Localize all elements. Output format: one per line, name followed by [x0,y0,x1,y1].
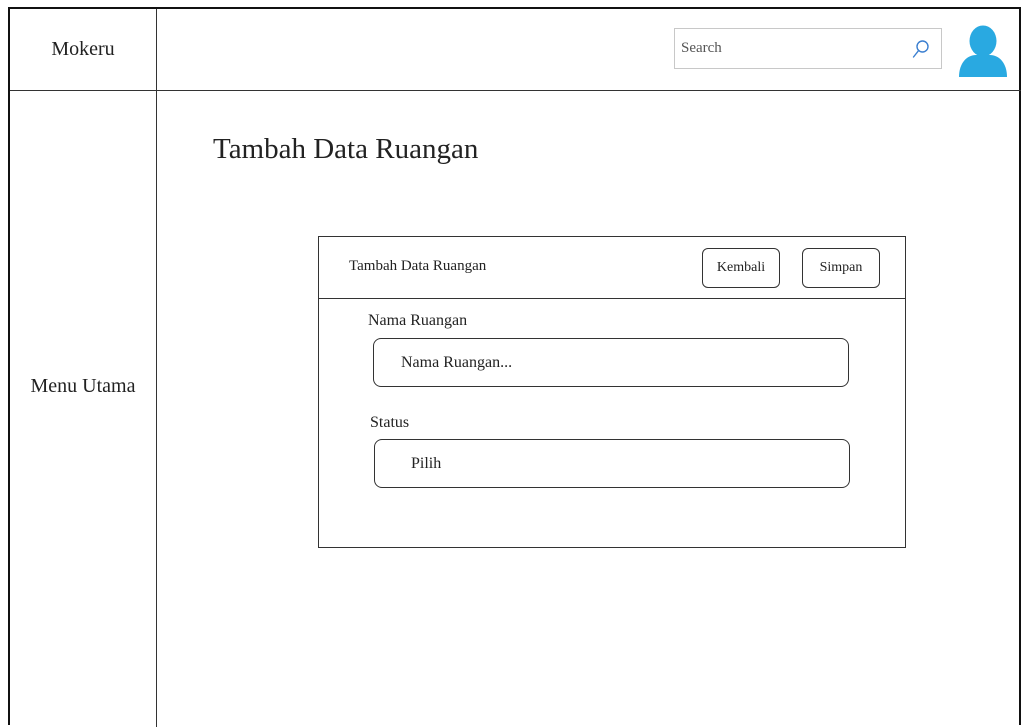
card-title: Tambah Data Ruangan [349,258,487,274]
room-name-input[interactable] [401,353,801,372]
room-name-field[interactable] [373,338,849,387]
add-room-form-card: Tambah Data Ruangan Kembali Simpan Nama … [318,236,906,548]
status-select[interactable]: Pilih [374,439,850,488]
brand-name: Mokeru [51,38,115,60]
sidebar-menu-item[interactable]: Menu Utama [10,91,156,681]
card-header: Tambah Data Ruangan Kembali Simpan [319,237,905,299]
back-button[interactable]: Kembali [702,248,780,288]
header-divider [10,90,1021,91]
app-frame: Mokeru Menu Utama Tambah Data Ruangan Ta… [8,7,1021,727]
status-label: Status [370,414,410,431]
search-bar [674,28,942,69]
brand-logo: Mokeru [10,9,156,90]
search-icon[interactable] [912,39,930,59]
status-selected-value: Pilih [411,454,442,472]
user-avatar-icon[interactable] [959,25,1007,77]
sidebar-menu-label: Menu Utama [30,374,136,397]
sidebar-divider [156,9,157,727]
room-name-label: Nama Ruangan [368,312,468,329]
save-button[interactable]: Simpan [802,248,880,288]
search-input[interactable] [681,40,901,57]
page-title: Tambah Data Ruangan [213,133,479,165]
